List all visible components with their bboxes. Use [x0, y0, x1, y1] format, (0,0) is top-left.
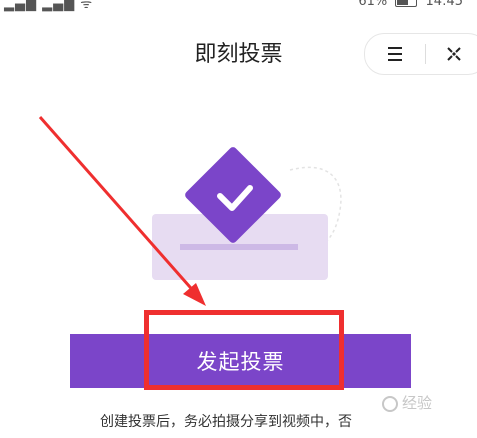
watermark: 经验 [382, 392, 432, 413]
capsule-divider [425, 44, 426, 64]
description-text: 创建投票后，务必拍摄分享到视频中，否 [100, 414, 352, 430]
close-icon[interactable] [445, 45, 463, 63]
start-vote-button[interactable]: 发起投票 [70, 334, 411, 388]
signal-icon: ▂▄▆ ▂▄▆ ᯤ [4, 0, 94, 12]
battery-icon [395, 0, 418, 7]
paw-icon [382, 395, 398, 412]
capsule-menu [364, 33, 477, 75]
watermark-text: 经验 [402, 394, 433, 412]
menu-icon[interactable] [387, 46, 403, 62]
battery-percent: 61% [358, 0, 388, 9]
status-bar: ▂▄▆ ▂▄▆ ᯤ 61% 14:45 [0, 0, 477, 12]
ballot-illustration [152, 147, 342, 280]
status-time: 14:45 [425, 0, 463, 9]
status-right: 61% 14:45 [358, 0, 463, 9]
